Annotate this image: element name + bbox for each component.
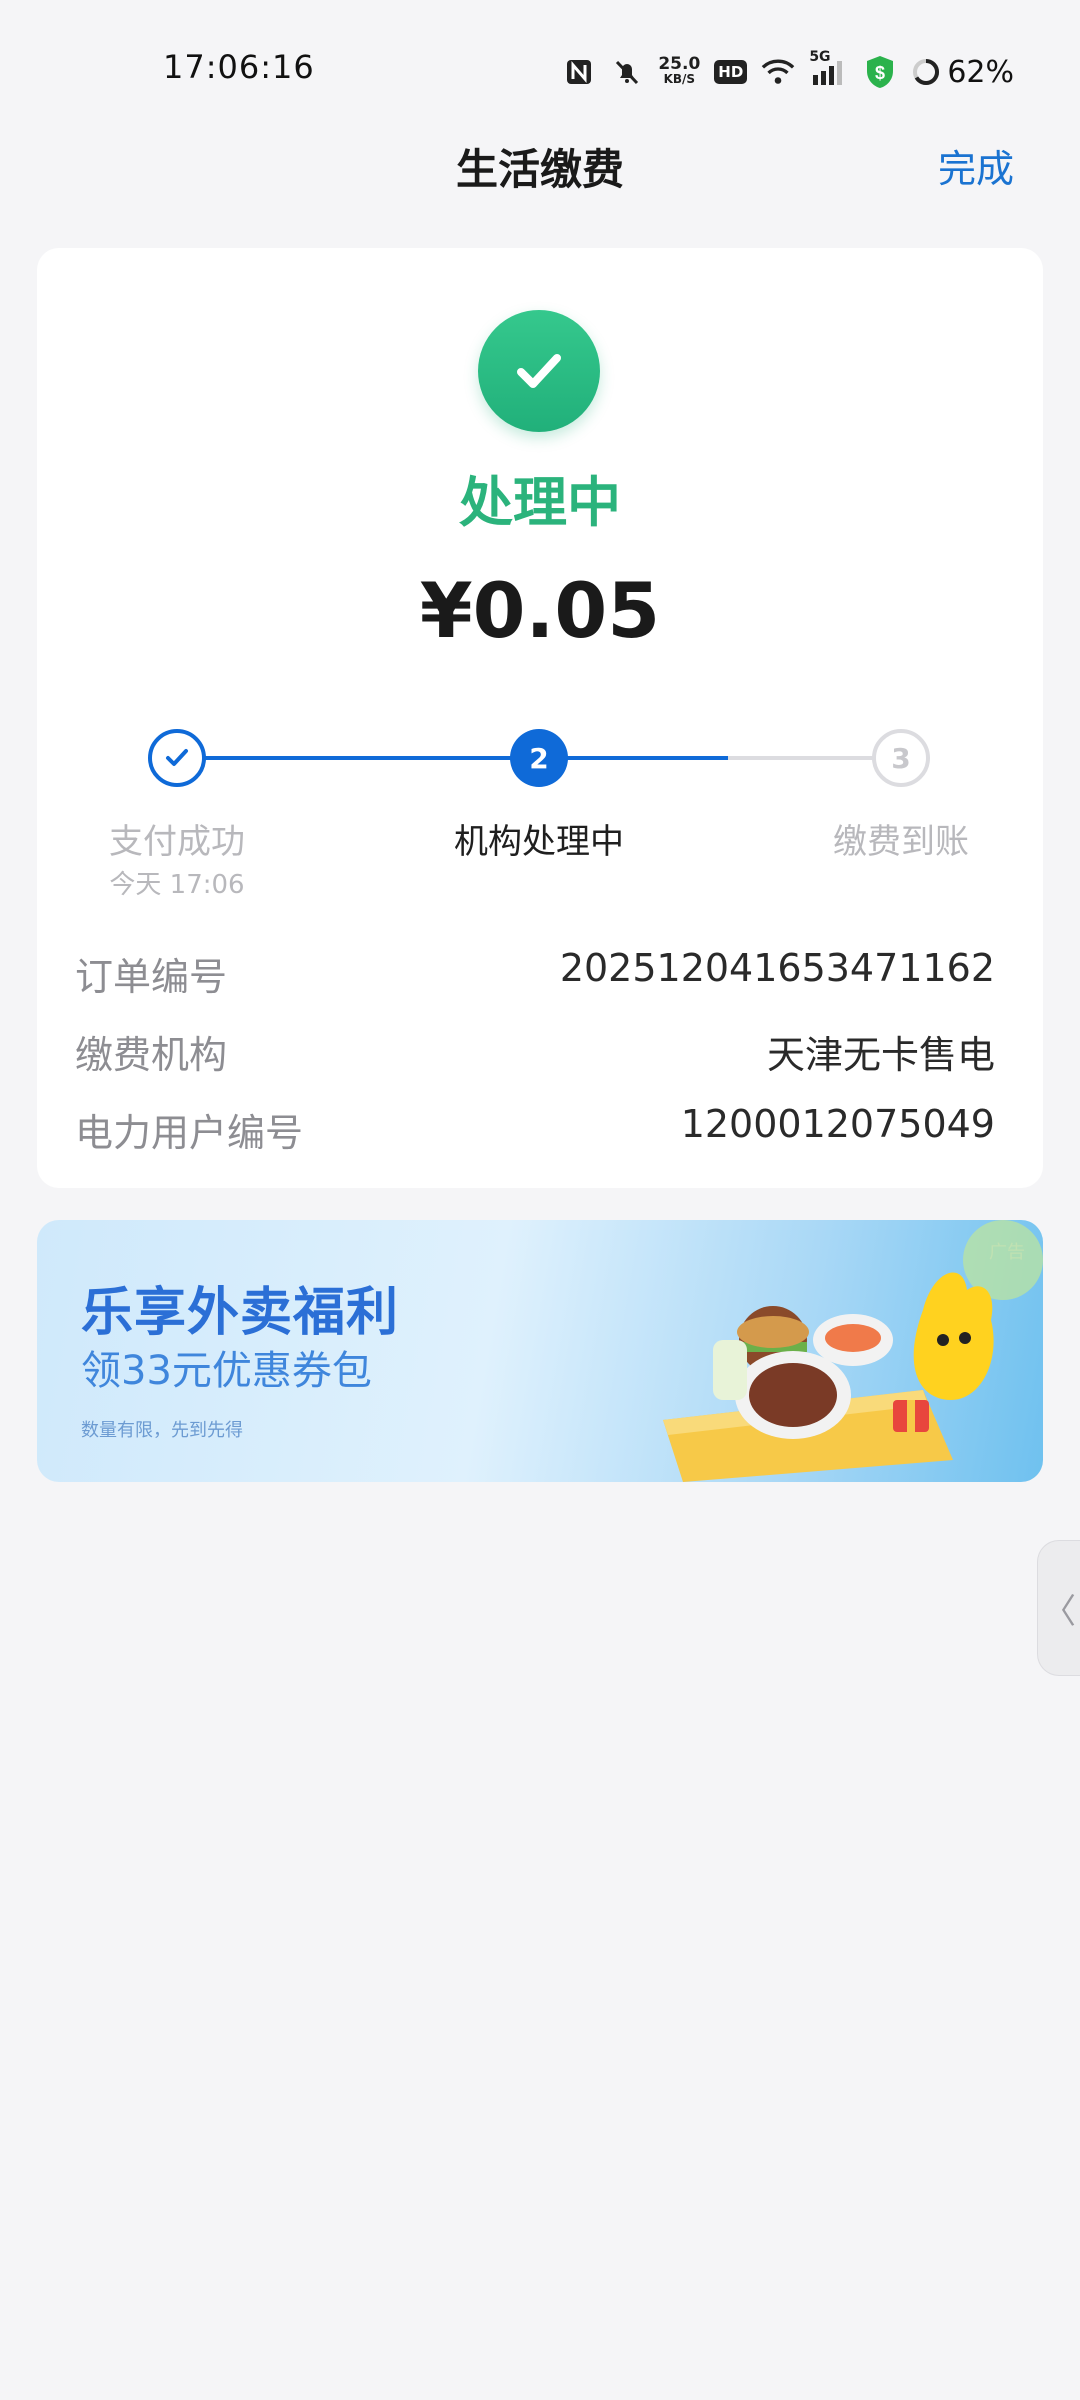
network-speed: 25.0 KB/S: [658, 54, 701, 87]
battery-indicator: 62%: [911, 55, 1014, 90]
detail-value: 202512041653471162: [559, 946, 995, 990]
status-bar: 17:06:16 25.0 KB/S HD 5G $ 62%: [0, 0, 1080, 140]
svg-text:$: $: [875, 63, 885, 83]
signal-label: 5G: [809, 49, 831, 65]
navigation-bar: 生活缴费 完成: [0, 120, 1080, 208]
chevron-left-icon: 〈: [1042, 1591, 1076, 1632]
promo-banner[interactable]: 乐享外卖福利 领33元优惠券包 数量有限，先到先得 广告: [37, 1220, 1043, 1482]
payment-amount: ¥0.05: [419, 566, 661, 655]
clock: 17:06:16: [163, 48, 315, 86]
promo-title: 乐享外卖福利: [81, 1283, 400, 1343]
side-edge-tab[interactable]: 〈: [1037, 1540, 1080, 1676]
security-shield-icon: $: [863, 55, 897, 89]
step-1-label: 支付成功: [109, 822, 245, 862]
detail-key: 缴费机构: [75, 1033, 228, 1077]
status-icons: 25.0 KB/S HD 5G $ 62%: [562, 49, 1014, 94]
hd-badge: HD: [714, 60, 748, 84]
detail-value: 1200012075049: [680, 1102, 995, 1146]
detail-key: 电力用户编号: [75, 1111, 304, 1155]
progress-line-active: [578, 756, 728, 760]
success-check-icon: [478, 310, 600, 432]
promo-note: 数量有限，先到先得: [81, 1420, 243, 1441]
step-3-node: 3: [872, 729, 930, 787]
payment-result-card: 处理中 ¥0.05 2 3 支付成功 今天 17:06 机构处理中 缴费到账 订…: [37, 248, 1043, 1188]
detail-row-order-number: 订单编号 202512041653471162: [75, 946, 995, 1006]
step-3-label: 缴费到账: [833, 822, 969, 862]
battery-percent: 62%: [947, 54, 1014, 90]
net-speed-unit: KB/S: [663, 72, 696, 86]
promo-subtitle: 领33元优惠券包: [81, 1348, 372, 1394]
step-1-check-icon: [148, 729, 206, 787]
net-speed-value: 25.0: [658, 54, 701, 74]
nfc-icon: [562, 55, 596, 89]
detail-key: 订单编号: [75, 955, 228, 999]
step-1-time: 今天 17:06: [109, 870, 245, 900]
food-tray-illustration: [663, 1220, 1043, 1482]
detail-row-account-number: 电力用户编号 1200012075049: [75, 1102, 995, 1162]
page-title: 生活缴费: [455, 145, 624, 194]
detail-value: 天津无卡售电: [766, 1033, 995, 1077]
done-button[interactable]: 完成: [938, 138, 1014, 193]
signal-icon: 5G: [809, 49, 849, 89]
step-2-label: 机构处理中: [454, 822, 624, 862]
step-2-node: 2: [510, 729, 568, 787]
status-text: 处理中: [459, 471, 621, 534]
wifi-icon: [761, 55, 795, 89]
detail-row-institution: 缴费机构 天津无卡售电: [75, 1024, 995, 1084]
mute-bell-icon: [610, 55, 644, 89]
battery-ring-icon: [913, 58, 940, 85]
progress-line-pending: [728, 756, 878, 760]
